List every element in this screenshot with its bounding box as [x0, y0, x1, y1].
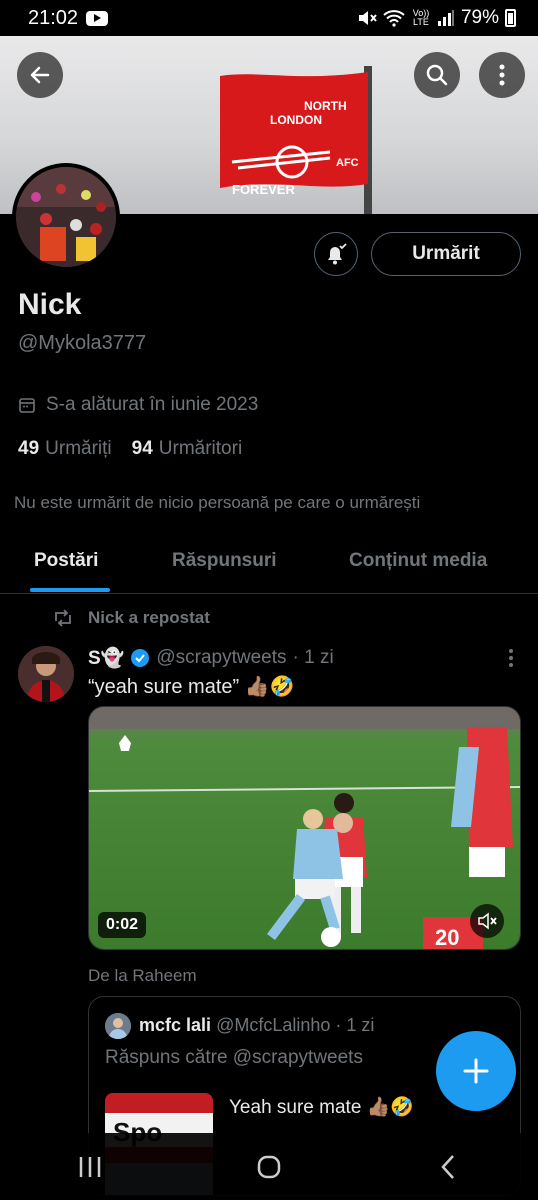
back-icon [441, 1154, 455, 1179]
tab-media[interactable]: Conținut media [349, 550, 487, 572]
post-more-icon[interactable] [504, 646, 518, 670]
bell-check-icon [328, 243, 347, 265]
arsenal-flag-image: NORTH LONDON AFC FOREVER [220, 66, 372, 214]
volte-icon: Vo)) LTE [412, 8, 430, 27]
following-button[interactable]: Urmărit [371, 232, 521, 276]
quote-author-avatar [105, 1013, 131, 1039]
quote-author-handle: @McfcLalinho [216, 1015, 331, 1035]
quote-reply-to: Răspuns către @scrapytweets [105, 1047, 363, 1068]
more-vertical-icon [499, 64, 505, 86]
profile-name: Nick [18, 288, 82, 321]
more-options-button[interactable] [479, 52, 525, 98]
from-label[interactable]: De la Raheem [88, 966, 197, 986]
home-icon [257, 1155, 281, 1178]
post-author-handle[interactable]: @scrapytweets [156, 647, 286, 669]
followers-count: 94 [131, 438, 153, 459]
video-mute-button[interactable] [470, 904, 504, 938]
not-followed-note: Nu este urmărit de nicio persoană pe car… [14, 493, 421, 512]
flag-text-london: LONDON [270, 113, 322, 127]
wifi-icon [383, 10, 405, 27]
following-count: 49 [18, 438, 40, 459]
profile-handle: @Mykola3777 [18, 332, 147, 354]
video-duration: 0:02 [98, 912, 147, 938]
repost-icon [55, 609, 71, 627]
flag-text-north: NORTH [304, 99, 347, 113]
speaker-muted-icon [478, 912, 497, 930]
repost-indicator: Nick a repostat [52, 608, 210, 628]
quote-header: mcfc lali @McfcLalinho · 1 zi [139, 1015, 374, 1036]
quote-author-name: mcfc lali [139, 1015, 212, 1035]
status-time: 21:02 [28, 6, 79, 29]
active-tab-indicator [30, 588, 110, 592]
system-navigation-bar [0, 1133, 538, 1200]
calendar-icon [19, 398, 35, 413]
recents-button[interactable] [60, 1147, 120, 1187]
joined-date: S-a alăturat în iunie 2023 [18, 394, 258, 416]
author-photo [18, 646, 74, 702]
back-nav-button[interactable] [418, 1147, 478, 1187]
mute-icon [358, 11, 377, 25]
flag-text-forever: FOREVER [232, 182, 295, 197]
joined-text: S-a alăturat în iunie 2023 [46, 394, 259, 415]
tab-replies[interactable]: Răspunsuri [172, 550, 277, 572]
post-author-name[interactable]: S👻 [88, 646, 124, 670]
quote-time: · 1 zi [335, 1015, 375, 1035]
plus-icon [463, 1058, 489, 1084]
svg-text:20: 20 [435, 925, 459, 950]
verified-badge-icon [131, 649, 150, 667]
battery-percent: 79% [460, 7, 499, 28]
follow-stats: 49 Urmăriți 94 Urmăritori [18, 438, 242, 460]
profile-tabs: Postări Răspunsuri Conținut media [0, 530, 538, 594]
profile-avatar[interactable] [12, 163, 120, 271]
following-label: Urmăriți [45, 438, 112, 459]
quote-text: Yeah sure mate 👍🏽🤣 [229, 1097, 414, 1118]
repost-label[interactable]: Nick a repostat [88, 608, 210, 628]
post-header: S👻 @scrapytweets · 1 zi [88, 646, 334, 670]
video-thumbnail: 20 [89, 707, 520, 950]
back-button[interactable] [17, 52, 63, 98]
flag-badge: AFC [336, 157, 359, 169]
signal-icon [437, 10, 454, 26]
followers-label: Urmăritori [158, 438, 243, 459]
compose-post-button[interactable] [436, 1031, 516, 1111]
following-link[interactable]: 49 Urmăriți [18, 438, 112, 460]
search-button[interactable] [414, 52, 460, 98]
status-bar: 21:02 Vo)) LTE 79% [0, 0, 538, 36]
home-button[interactable] [239, 1147, 299, 1187]
post-author-avatar[interactable] [18, 646, 74, 702]
back-arrow-icon [30, 66, 50, 84]
avatar-crowd-image [16, 167, 116, 267]
recents-icon [79, 1156, 100, 1177]
post-time: · 1 zi [292, 647, 334, 668]
followers-link[interactable]: 94 Urmăritori [132, 438, 243, 460]
search-icon [426, 64, 448, 86]
tab-posts[interactable]: Postări [34, 550, 98, 572]
post-text: “yeah sure mate” 👍🏽🤣 [88, 676, 295, 698]
notifications-bell-button[interactable] [314, 232, 358, 276]
post-video[interactable]: 20 [88, 706, 521, 950]
battery-icon [505, 9, 516, 27]
youtube-icon [86, 10, 109, 26]
